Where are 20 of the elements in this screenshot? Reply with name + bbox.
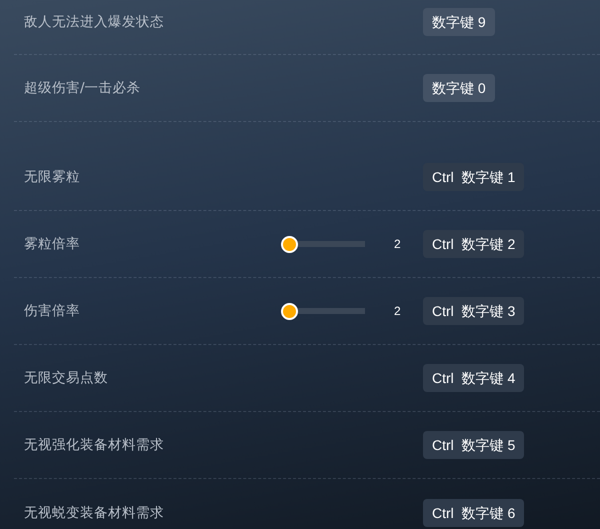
hotkey-badge[interactable]: Ctrl 数字键 5	[423, 431, 524, 459]
hotkey-badge[interactable]: Ctrl 数字键 6	[423, 498, 524, 526]
option-label: 敌人无法进入爆发状态	[23, 12, 165, 30]
hotkey-badge[interactable]: Ctrl 数字键 2	[423, 230, 524, 258]
option-label: 无视强化装备材料需求	[23, 436, 165, 454]
option-label: 无限雾粒	[23, 168, 81, 186]
hotkey-badge[interactable]: 数字键 0	[423, 74, 495, 102]
hotkey-badge[interactable]: Ctrl 数字键 1	[423, 163, 524, 191]
slider-value: 2	[394, 304, 401, 318]
hotkey-badge[interactable]: 数字键 9	[423, 8, 495, 36]
hotkey-badge[interactable]: Ctrl 数字键 3	[423, 297, 524, 325]
slider-value: 2	[394, 237, 401, 251]
option-label: 伤害倍率	[23, 302, 81, 320]
hotkey-badge[interactable]: Ctrl 数字键 4	[423, 364, 524, 392]
option-label: 雾粒倍率	[23, 235, 81, 253]
option-label: 无视蜕变装备材料需求	[23, 504, 165, 522]
slider-thumb[interactable]	[281, 236, 298, 252]
slider-thumb[interactable]	[281, 302, 298, 320]
option-label: 无限交易点数	[23, 369, 109, 387]
option-label: 超级伤害/一击必杀	[23, 79, 142, 97]
